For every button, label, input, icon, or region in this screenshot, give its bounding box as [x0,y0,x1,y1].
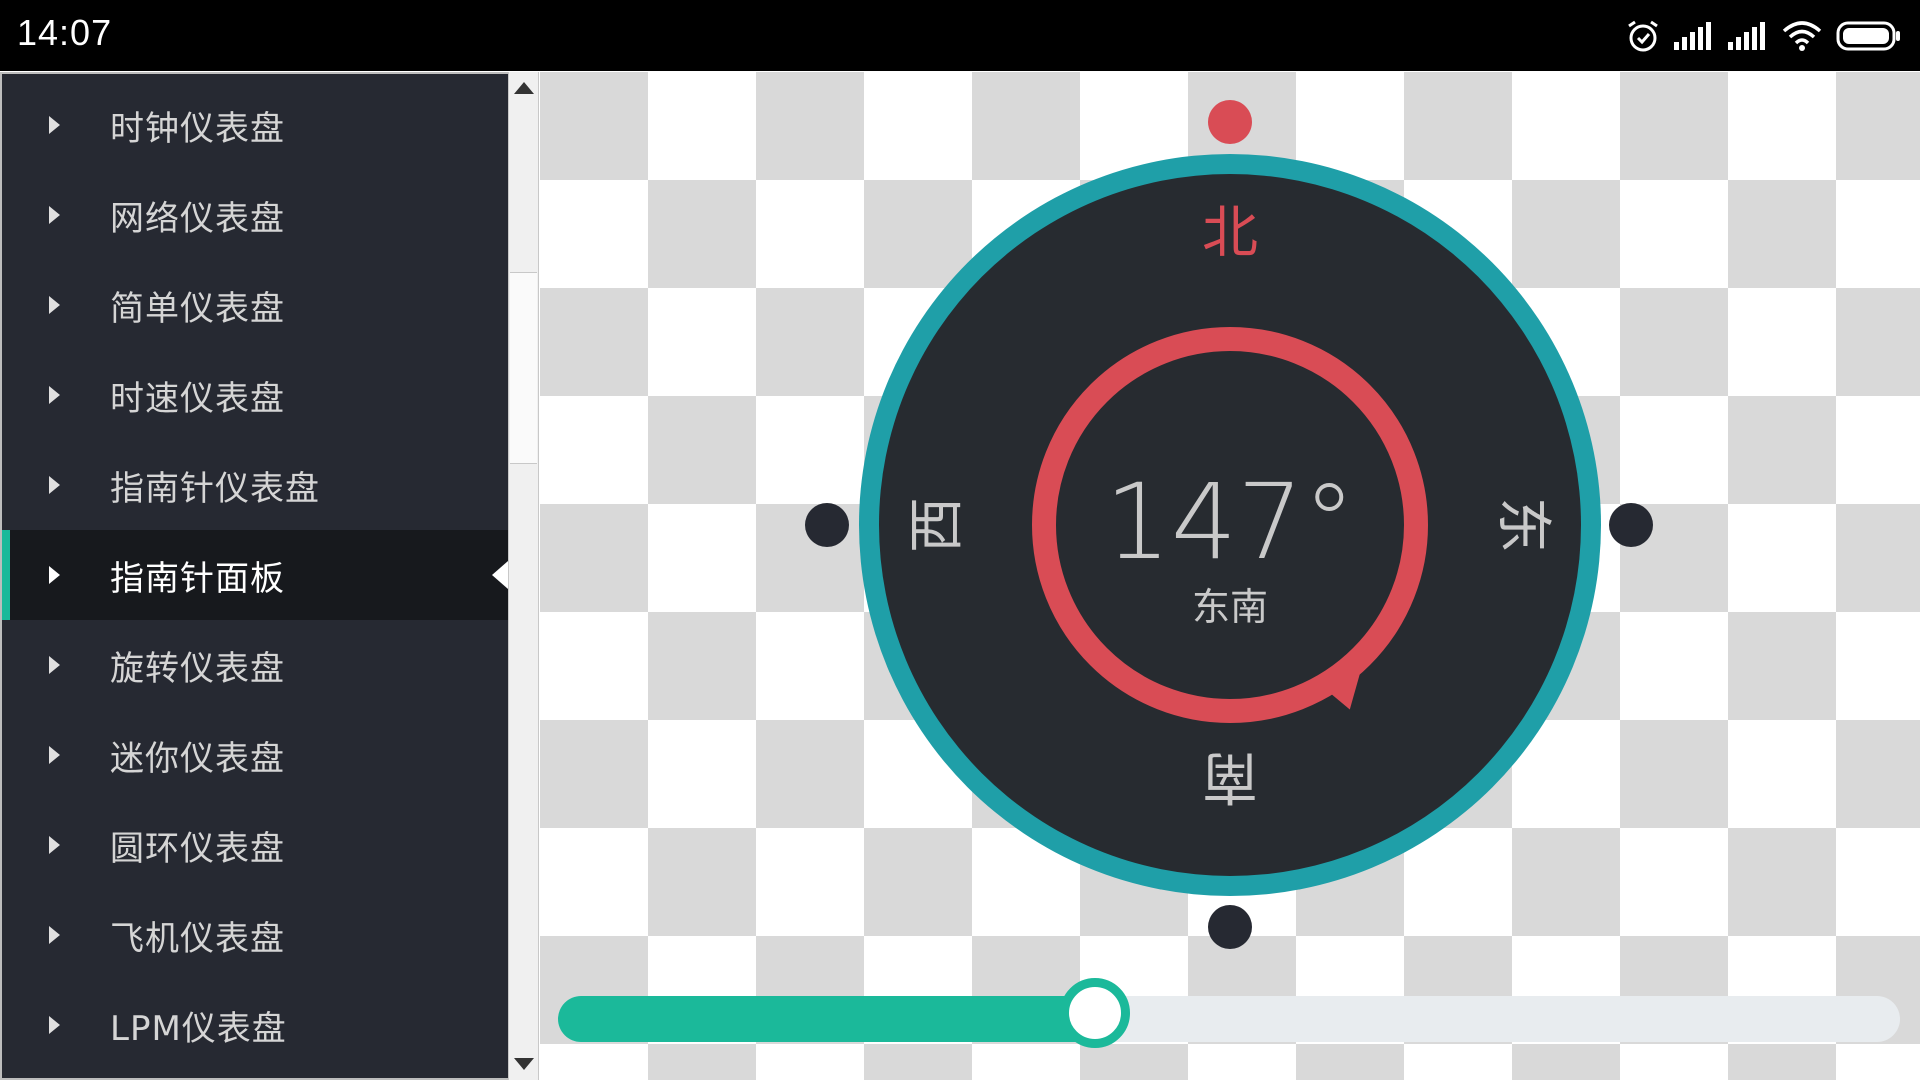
signal-icon [1674,22,1714,50]
sidebar-item[interactable]: 飞机仪表盘 [2,890,508,980]
preview-canvas: 北 南 东 西 147° 东南 [540,72,1920,1080]
expand-arrow-icon [49,566,60,584]
sidebar-item-label: 网络仪表盘 [110,198,285,239]
signal-icon [1728,22,1768,50]
expand-arrow-icon [49,836,60,854]
wifi-icon [1782,21,1822,51]
sidebar-item-label: 圆环仪表盘 [110,828,285,869]
sidebar-item[interactable]: 旋转仪表盘 [2,620,508,710]
expand-arrow-icon [49,656,60,674]
north-label: 北 [1202,201,1258,266]
east-handle-dot[interactable] [1609,503,1653,547]
west-handle-dot[interactable] [805,503,849,547]
sidebar-item[interactable]: 圆环仪表盘 [2,800,508,890]
north-handle-dot[interactable] [1208,100,1252,144]
expand-arrow-icon [49,476,60,494]
expand-arrow-icon [49,926,60,944]
sidebar-item[interactable]: 时速仪表盘 [2,350,508,440]
expand-arrow-icon [49,386,60,404]
sidebar-scrollbar[interactable] [508,72,539,1080]
direction-readout: 东南 [1192,585,1268,629]
sidebar-item-label: 飞机仪表盘 [110,918,285,959]
sidebar-item-label: 指南针仪表盘 [110,468,320,509]
east-label: 东 [1490,497,1555,553]
sidebar-item[interactable]: 简单仪表盘 [2,260,508,350]
expand-arrow-icon [49,206,60,224]
expand-arrow-icon [49,296,60,314]
south-label: 南 [1202,744,1258,809]
west-label: 西 [905,497,970,553]
sidebar-item-label: LPM仪表盘 [110,1008,287,1049]
slider-fill [558,996,1095,1042]
sidebar-item-label: 简单仪表盘 [110,288,285,329]
selected-caret-icon [492,561,508,589]
south-handle-dot[interactable] [1208,905,1252,949]
sidebar-item[interactable]: 网络仪表盘 [2,170,508,260]
heading-slider[interactable] [558,978,1900,1048]
sidebar-item-label: 迷你仪表盘 [110,738,285,779]
sidebar-item[interactable]: 时钟仪表盘 [2,80,508,170]
expand-arrow-icon [49,1016,60,1034]
scroll-thumb[interactable] [510,272,537,464]
sidebar-menu: 时钟仪表盘 网络仪表盘 简单仪表盘 时速仪表盘 指南针仪表盘 指南针面板 旋转仪… [0,72,508,1080]
compass-panel: 北 南 东 西 147° 东南 [805,100,1653,949]
battery-icon [1836,21,1902,51]
sidebar-item-label: 时速仪表盘 [110,378,285,419]
sidebar-item[interactable]: LPM仪表盘 [2,980,508,1070]
scroll-up-arrow-icon[interactable] [509,72,538,102]
sidebar-item[interactable]: 迷你仪表盘 [2,710,508,800]
slider-thumb[interactable] [1059,978,1130,1048]
sidebar-item-label: 指南针面板 [110,558,285,599]
sidebar-item-label: 时钟仪表盘 [110,108,285,149]
alarm-icon [1626,19,1660,53]
status-time: 14:07 [17,12,113,53]
expand-arrow-icon [49,116,60,134]
scroll-down-arrow-icon[interactable] [509,1050,538,1080]
degree-readout: 147° [1105,461,1356,583]
sidebar-item-active[interactable]: 指南针面板 [2,530,508,620]
sidebar-item-label: 旋转仪表盘 [110,648,285,689]
sidebar-item[interactable]: 指南针仪表盘 [2,440,508,530]
expand-arrow-icon [49,746,60,764]
status-icons [1626,14,1902,58]
status-bar: 14:07 [0,0,1920,71]
